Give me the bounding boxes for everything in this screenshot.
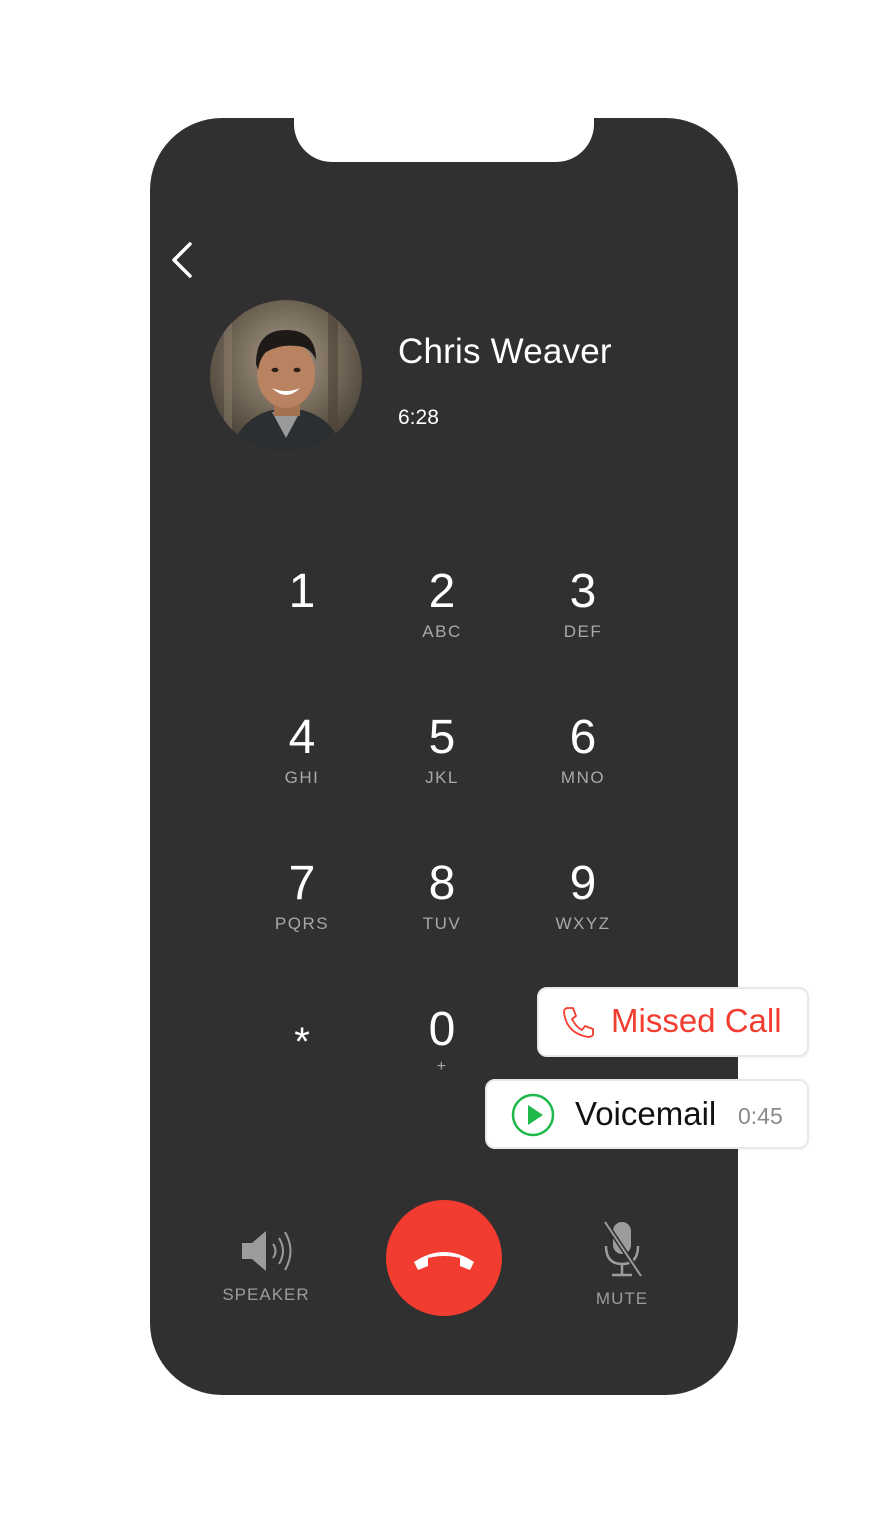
end-call-icon [414, 1252, 474, 1270]
speaker-button[interactable]: SPEAKER [222, 1226, 310, 1305]
key-5[interactable]: 5 JKL [387, 714, 497, 814]
voicemail-label: Voicemail [575, 1095, 717, 1132]
key-8[interactable]: 8 TUV [387, 860, 497, 960]
key-digit: 4 [288, 711, 316, 764]
key-digit: 8 [428, 857, 456, 910]
key-letters: DEF [563, 622, 603, 641]
voicemail-notification[interactable]: Voicemail 0:45 [485, 1079, 809, 1149]
key-letters: GHI [284, 768, 320, 787]
key-digit: 2 [428, 565, 456, 618]
key-digit: 5 [428, 711, 456, 764]
key-digit: 3 [569, 565, 597, 618]
key-letters: TUV [422, 914, 462, 933]
key-star[interactable]: * [247, 1006, 357, 1106]
back-button[interactable] [168, 236, 202, 284]
key-digit: 9 [569, 857, 597, 910]
key-letters: WXYZ [555, 914, 611, 933]
phone-frame: Chris Weaver 6:28 1 2 ABC 3 DEF 4 GHI 5 … [150, 116, 738, 1395]
play-icon[interactable] [511, 1093, 555, 1142]
key-letters: ABC [422, 622, 462, 641]
key-digit: 0 [428, 1003, 456, 1056]
key-4[interactable]: 4 GHI [247, 714, 357, 814]
end-call-button[interactable] [386, 1200, 502, 1316]
key-letters: + [436, 1058, 448, 1075]
key-1[interactable]: 1 [247, 568, 357, 668]
key-6[interactable]: 6 MNO [528, 714, 638, 814]
call-timer: 6:28 [398, 406, 439, 429]
avatar [210, 300, 362, 452]
key-9[interactable]: 9 WXYZ [528, 860, 638, 960]
key-3[interactable]: 3 DEF [528, 568, 638, 668]
voicemail-duration: 0:45 [738, 1103, 783, 1129]
phone-missed-icon [561, 1004, 597, 1045]
mic-muted-icon [602, 1220, 644, 1278]
key-digit: 6 [569, 711, 597, 764]
speaker-icon [242, 1231, 292, 1271]
missed-call-label: Missed Call [611, 1002, 782, 1039]
contact-name: Chris Weaver [398, 332, 612, 371]
key-digit: 7 [288, 857, 316, 910]
mute-button[interactable]: MUTE [584, 1218, 660, 1309]
key-letters: MNO [560, 768, 606, 787]
speaker-label: SPEAKER [222, 1285, 310, 1304]
key-letters: JKL [425, 768, 459, 787]
key-7[interactable]: 7 PQRS [247, 860, 357, 960]
missed-call-notification[interactable]: Missed Call [537, 987, 809, 1057]
key-letters: PQRS [274, 914, 330, 933]
key-digit: * [294, 1020, 310, 1064]
key-2[interactable]: 2 ABC [387, 568, 497, 668]
key-digit: 1 [288, 565, 316, 618]
key-0[interactable]: 0 + [387, 1006, 497, 1106]
mute-label: MUTE [595, 1289, 649, 1308]
phone-notch [294, 116, 594, 162]
back-chevron-icon [172, 242, 192, 278]
